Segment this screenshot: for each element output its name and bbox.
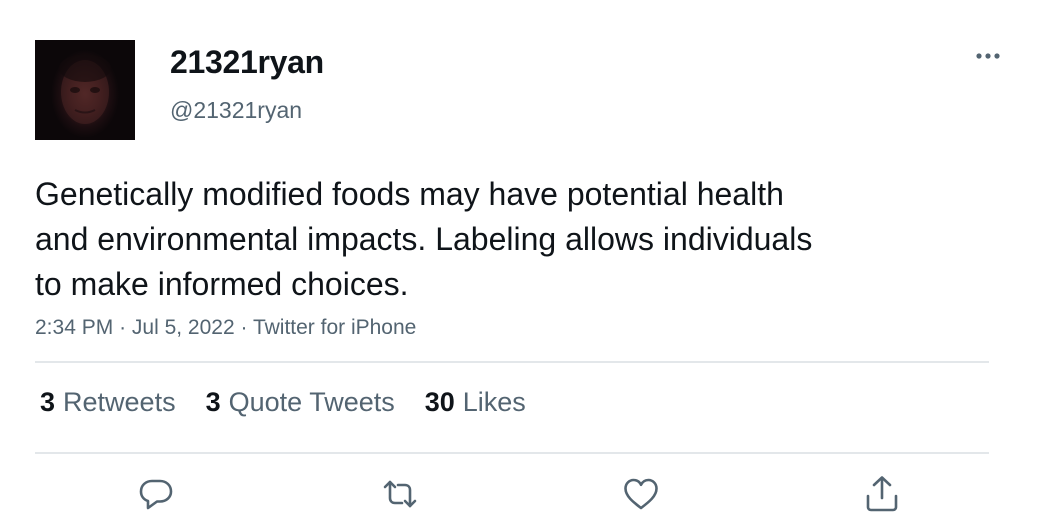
user-handle[interactable]: @21321ryan [170, 97, 302, 124]
meta-separator: · [119, 316, 132, 339]
tweet-text-line: Genetically modified foods may have pote… [35, 176, 784, 212]
likes-stat[interactable]: 30 Likes [425, 387, 526, 418]
tweet-source[interactable]: Twitter for iPhone [253, 316, 416, 339]
quote-tweets-label: Quote Tweets [228, 387, 395, 417]
avatar-photo [59, 54, 111, 124]
retweets-label: Retweets [63, 387, 176, 417]
tweet-metadata: 2:34 PM · Jul 5, 2022 · Twitter for iPho… [35, 316, 416, 340]
likes-label: Likes [462, 387, 526, 417]
avatar[interactable] [35, 40, 135, 140]
tweet-date[interactable]: Jul 5, 2022 [132, 316, 235, 339]
heart-icon [624, 478, 658, 510]
reply-button[interactable] [136, 474, 176, 514]
retweet-icon [383, 480, 417, 508]
tweet-card: 21321ryan @21321ryan Genetically modifie… [0, 0, 1050, 525]
engagement-stats: 3 Retweets 3 Quote Tweets 30 Likes [40, 387, 556, 418]
more-options-button[interactable] [968, 42, 1008, 72]
divider [35, 452, 989, 454]
share-button[interactable] [862, 474, 902, 514]
quote-tweets-count: 3 [205, 387, 221, 417]
tweet-text: Genetically modified foods may have pote… [35, 172, 935, 307]
retweets-count: 3 [40, 387, 56, 417]
reply-icon [139, 479, 173, 510]
tweet-time[interactable]: 2:34 PM [35, 316, 113, 339]
display-name[interactable]: 21321ryan [170, 44, 324, 81]
quote-tweets-stat[interactable]: 3 Quote Tweets [206, 387, 395, 418]
like-button[interactable] [621, 474, 661, 514]
more-icon [976, 53, 1000, 59]
share-icon [866, 476, 898, 512]
meta-separator: · [240, 316, 253, 339]
retweets-stat[interactable]: 3 Retweets [40, 387, 176, 418]
divider [35, 361, 989, 363]
tweet-text-line: to make informed choices. [35, 266, 409, 302]
retweet-button[interactable] [380, 474, 420, 514]
tweet-text-line: and environmental impacts. Labeling allo… [35, 221, 813, 257]
likes-count: 30 [424, 387, 455, 417]
